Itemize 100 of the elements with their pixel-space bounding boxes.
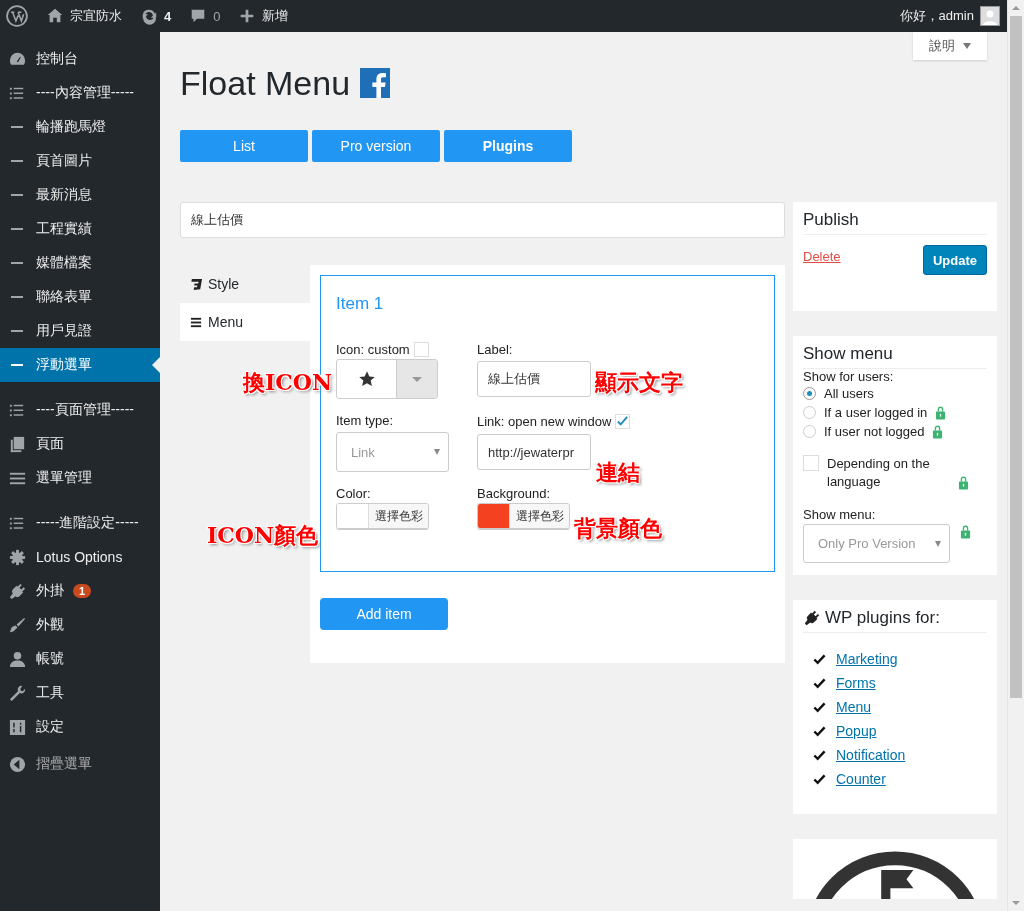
sidebar-item[interactable]: 帳號 <box>0 642 160 676</box>
delete-link[interactable]: Delete <box>803 249 841 264</box>
plugin-link[interactable]: Menu <box>836 699 872 715</box>
brush-icon <box>8 615 27 635</box>
sidebar-item[interactable]: 用戶見證 <box>0 314 160 348</box>
link-field[interactable]: http://jewaterpr <box>477 434 591 470</box>
comment-count[interactable]: 0 <box>213 8 221 24</box>
radio-label: If a user logged in <box>824 405 928 420</box>
sliders-icon <box>8 717 27 737</box>
update-count[interactable]: 4 <box>164 8 172 24</box>
dash-icon <box>11 194 23 196</box>
sidebar-item[interactable]: 媒體檔案 <box>0 246 160 280</box>
home-icon <box>46 7 64 25</box>
avatar-icon[interactable] <box>980 6 1000 26</box>
custom-icon-checkbox[interactable] <box>413 342 429 357</box>
dash-icon <box>11 228 23 230</box>
menu-name-field[interactable]: 線上估價 <box>180 202 785 238</box>
choose-color-button[interactable]: 選擇色彩 <box>369 504 428 528</box>
new-window-checkbox[interactable] <box>615 414 631 429</box>
wordpress-logo-icon[interactable] <box>6 5 28 27</box>
sidebar-item[interactable]: 外掛 1 <box>0 574 160 608</box>
field-label: Color: <box>336 486 372 501</box>
scroll-down-icon[interactable] <box>1012 901 1020 905</box>
dash-icon <box>11 160 23 162</box>
sidebar-item[interactable]: ----頁面管理----- <box>0 393 160 427</box>
box-title: Show menu <box>803 344 987 369</box>
plugin-link[interactable]: Marketing <box>836 651 898 667</box>
new-link[interactable]: 新增 <box>262 7 289 25</box>
item-title: Item 1 <box>336 294 385 314</box>
language-checkbox[interactable] <box>803 455 819 471</box>
plugin-link[interactable]: Counter <box>836 771 886 787</box>
user-icon <box>8 649 27 669</box>
plug-icon <box>8 581 27 601</box>
plugin-link[interactable]: Notification <box>836 747 906 763</box>
star-icon <box>357 370 376 388</box>
field-label: Show for users: <box>803 369 895 384</box>
sidebar-item[interactable]: ----內容管理----- <box>0 76 160 110</box>
sidebar-item[interactable]: 最新消息 <box>0 178 160 212</box>
facebook-icon <box>360 68 391 98</box>
check-icon <box>813 772 826 786</box>
greeting[interactable]: 你好，admin <box>899 7 974 25</box>
caret-icon <box>412 376 422 382</box>
sidebar-item[interactable]: 輪播跑馬燈 <box>0 110 160 144</box>
color-swatch[interactable] <box>337 504 369 528</box>
dash-icon <box>11 126 23 128</box>
caret-icon <box>434 449 440 455</box>
scrollbar[interactable] <box>1007 0 1024 911</box>
dash-icon <box>11 296 23 298</box>
field-label: Show menu: <box>803 507 877 522</box>
sidebar-item[interactable]: 工程實績 <box>0 212 160 246</box>
gear-icon <box>8 547 27 567</box>
menu-icon <box>190 315 203 329</box>
current-pointer-icon <box>152 357 160 373</box>
radio-label: All users <box>824 386 874 401</box>
sidebar-item[interactable]: 外觀 <box>0 608 160 642</box>
field-label: Label: <box>477 342 514 357</box>
sidebar-item[interactable]: 工具 <box>0 676 160 710</box>
page-title: Float Menu <box>180 63 351 103</box>
field-label: Link: open new window <box>477 413 612 430</box>
sidebar-item[interactable]: -----進階設定----- <box>0 506 160 540</box>
sidebar-item[interactable]: Lotus Options <box>0 540 160 574</box>
sidebar-item[interactable]: 頁首圖片 <box>0 144 160 178</box>
sidebar-item[interactable]: 浮動選單 <box>0 348 160 382</box>
icon-picker[interactable] <box>336 359 438 399</box>
editor-tab[interactable]: Menu <box>180 303 310 341</box>
annotation-text: 背景顏色 <box>574 514 662 543</box>
collapse-icon <box>8 754 27 774</box>
caret-icon <box>935 540 941 547</box>
sidebar-item[interactable]: 設定 <box>0 710 160 744</box>
color-swatch[interactable] <box>478 504 510 528</box>
refresh-icon[interactable] <box>140 7 158 25</box>
check-icon <box>813 676 826 690</box>
scroll-up-icon[interactable] <box>1012 6 1020 10</box>
css3-icon <box>190 277 203 291</box>
annotation-text: ICON顏色 <box>207 521 319 550</box>
sidebar-item[interactable]: 聯絡表單 <box>0 280 160 314</box>
site-name[interactable]: 宗宜防水 <box>70 7 122 25</box>
label-field[interactable]: 線上估價 <box>477 361 591 397</box>
field-label: Item type: <box>336 413 395 428</box>
update-button[interactable]: Update <box>923 245 987 275</box>
plugin-link[interactable]: Popup <box>836 723 877 739</box>
collapse-menu-button[interactable]: 摺疊選單 <box>0 747 160 781</box>
plugin-link[interactable]: Forms <box>836 675 876 691</box>
field-label: Icon: custom <box>336 342 410 357</box>
caret-icon <box>963 43 971 49</box>
dash-icon <box>11 330 23 332</box>
check-icon <box>813 724 826 738</box>
annotation-text: 連結 <box>596 458 640 487</box>
sidebar-item[interactable]: 頁面 <box>0 427 160 461</box>
annotation-text: 顯示文字 <box>595 368 683 397</box>
choose-color-button[interactable]: 選擇色彩 <box>510 504 569 528</box>
check-icon <box>813 748 826 762</box>
check-icon <box>813 652 826 666</box>
update-badge: 1 <box>73 584 92 598</box>
help-tab[interactable]: 說明 <box>913 32 987 60</box>
dash-icon <box>11 262 23 264</box>
sidebar-item[interactable]: 控制台 <box>0 42 160 76</box>
editor-tab[interactable]: Style <box>180 265 310 303</box>
sidebar-item[interactable]: 選單管理 <box>0 461 160 495</box>
site-link[interactable]: 宗宜防水 <box>46 7 122 25</box>
